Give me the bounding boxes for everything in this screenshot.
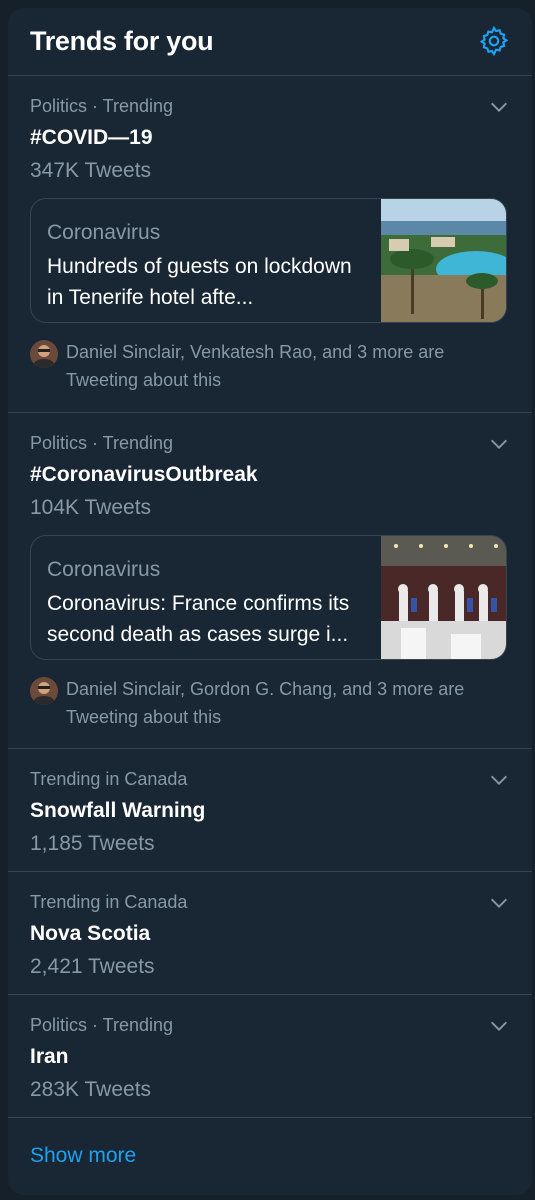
chevron-down-icon[interactable] <box>488 1015 510 1037</box>
social-text: Daniel Sinclair, Venkatesh Rao, and 3 mo… <box>66 342 445 390</box>
trend-name: #COVID—19 <box>30 126 153 149</box>
trend-item[interactable]: Trending in Canada Snowfall Warning 1,18… <box>8 749 532 872</box>
show-more-link[interactable]: Show more <box>30 1144 136 1168</box>
avatar <box>30 340 58 368</box>
chevron-down-icon[interactable] <box>488 96 510 118</box>
hotel-pool-thumbnail <box>381 199 506 322</box>
trend-name: Snowfall Warning <box>30 799 206 822</box>
trend-count: 283K Tweets <box>30 1078 152 1101</box>
social-context: Daniel Sinclair, Gordon G. Chang, and 3 … <box>30 675 490 735</box>
chevron-down-icon[interactable] <box>488 769 510 791</box>
trend-item[interactable]: Trending in Canada Nova Scotia 2,421 Twe… <box>8 872 532 995</box>
trend-count: 1,185 Tweets <box>30 832 155 855</box>
trend-item[interactable]: Politics · Trending Iran 283K Tweets <box>8 995 532 1118</box>
card-topic: Coronavirus <box>47 221 161 244</box>
panel-header: Trends for you <box>8 8 532 76</box>
trend-item[interactable]: Politics · Trending #CoronavirusOutbreak… <box>8 413 532 749</box>
trends-panel: Trends for you Politics · Trending #COVI… <box>8 8 532 1195</box>
social-context: Daniel Sinclair, Venkatesh Rao, and 3 mo… <box>30 338 490 398</box>
news-card[interactable]: Coronavirus Coronavirus: France confirms… <box>30 535 507 660</box>
social-text: Daniel Sinclair, Gordon G. Chang, and 3 … <box>66 679 465 727</box>
trend-item[interactable]: Politics · Trending #COVID—19 347K Tweet… <box>8 76 532 413</box>
chevron-down-icon[interactable] <box>488 433 510 455</box>
avatar <box>30 677 58 705</box>
trend-name: Nova Scotia <box>30 922 151 945</box>
trend-name: Iran <box>30 1045 69 1068</box>
panel-title: Trends for you <box>30 26 214 56</box>
chevron-down-icon[interactable] <box>488 892 510 914</box>
trend-meta: Politics · Trending <box>30 433 174 453</box>
trend-name: #CoronavirusOutbreak <box>30 463 258 486</box>
hazmat-workers-thumbnail <box>381 536 506 659</box>
trend-count: 347K Tweets <box>30 159 152 182</box>
trend-meta: Politics · Trending <box>30 96 174 116</box>
trend-meta: Politics · Trending <box>30 1015 174 1035</box>
card-headline: Coronavirus: France confirms its second … <box>47 592 350 646</box>
trend-meta: Trending in Canada <box>30 769 188 789</box>
news-card[interactable]: Coronavirus Hundreds of guests on lockdo… <box>30 198 507 323</box>
card-headline: Hundreds of guests on lockdown in Teneri… <box>47 255 352 309</box>
trend-meta: Trending in Canada <box>30 892 188 912</box>
trend-count: 2,421 Tweets <box>30 955 155 978</box>
gear-icon[interactable] <box>478 25 510 57</box>
card-topic: Coronavirus <box>47 558 161 581</box>
trend-count: 104K Tweets <box>30 496 152 519</box>
